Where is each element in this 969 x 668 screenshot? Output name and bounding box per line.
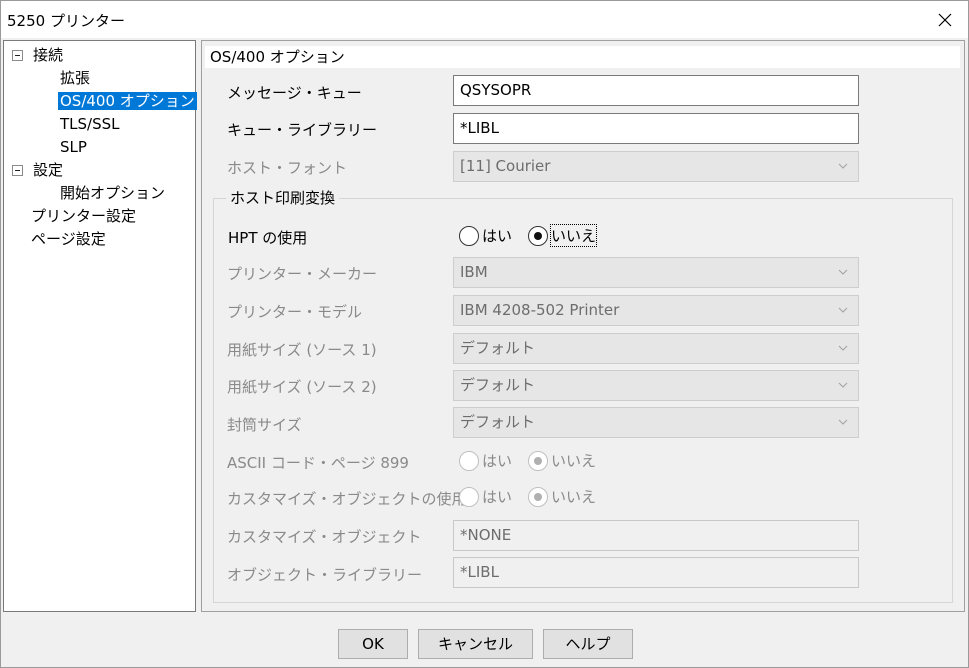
collapse-icon[interactable] [12, 50, 23, 61]
tree-item-label: SLP [60, 138, 87, 156]
printer-maker-label: プリンター・メーカー [227, 265, 378, 283]
tree-item-label: ページ設定 [31, 230, 106, 248]
queue-library-input[interactable]: *LIBL [453, 113, 859, 144]
chevron-down-icon [838, 269, 848, 275]
radio-label: はい [482, 488, 513, 506]
ascii-899-no-radio[interactable]: いいえ [528, 450, 596, 471]
close-icon [938, 13, 952, 26]
tree-item-label: 接続 [33, 46, 64, 64]
chevron-down-icon [838, 382, 848, 388]
chevron-down-icon [838, 307, 848, 313]
paper-size-2-select[interactable]: デフォルト [453, 370, 859, 401]
tree-item-label: OS/400 オプション [58, 92, 197, 110]
radio-circle [528, 225, 548, 246]
tree-item-label: 設定 [33, 161, 64, 179]
custom-object-label: カスタマイズ・オブジェクト [227, 528, 422, 546]
hpt-no-radio[interactable]: いいえ [528, 224, 598, 247]
envelope-size-label: 封筒サイズ [227, 416, 302, 434]
radio-circle [528, 450, 548, 471]
tree-item-tls-ssl[interactable]: TLS/SSL [60, 113, 120, 135]
message-queue-input[interactable]: QSYSOPR [453, 75, 859, 106]
chevron-down-icon [838, 345, 848, 351]
custom-object-use-label: カスタマイズ・オブジェクトの使用 [227, 490, 467, 508]
paper-size-2-label: 用紙サイズ (ソース 2) [227, 378, 377, 396]
help-button[interactable]: ヘルプ [543, 629, 633, 659]
custom-object-use-yes-radio[interactable]: はい [459, 486, 512, 507]
radio-label: はい [482, 227, 513, 245]
tree-item-page-settings[interactable]: ページ設定 [31, 228, 106, 250]
paper-size-1-select[interactable]: デフォルト [453, 333, 859, 364]
radio-label: いいえ [549, 224, 598, 247]
message-queue-label: メッセージ・キュー [227, 84, 362, 102]
printer-model-value: IBM 4208-502 Printer [460, 301, 620, 319]
ok-button[interactable]: OK [338, 629, 408, 659]
printer-model-label: プリンター・モデル [227, 303, 363, 321]
close-button[interactable] [922, 1, 968, 38]
custom-object-use-no-radio[interactable]: いいえ [528, 486, 596, 507]
tree-item-label: プリンター設定 [31, 207, 137, 225]
chevron-down-icon [838, 163, 848, 169]
tree-item-start-options[interactable]: 開始オプション [60, 182, 165, 204]
tree-item-os400-options[interactable]: OS/400 オプション [58, 90, 197, 112]
title-bar: 5250 プリンター [1, 1, 968, 38]
paper-size-1-label: 用紙サイズ (ソース 1) [227, 341, 377, 359]
tree-item-label: TLS/SSL [60, 115, 120, 133]
collapse-icon[interactable] [12, 165, 23, 176]
envelope-size-value: デフォルト [460, 413, 536, 431]
radio-circle [459, 225, 479, 246]
hpt-yes-radio[interactable]: はい [459, 225, 512, 246]
envelope-size-select[interactable]: デフォルト [453, 407, 859, 438]
panel-header: OS/400 オプション [205, 46, 960, 68]
tree-item-extension[interactable]: 拡張 [60, 67, 90, 89]
tree-item-label: 拡張 [60, 69, 91, 87]
queue-library-label: キュー・ライブラリー [227, 121, 378, 139]
radio-label: いいえ [551, 488, 597, 506]
radio-circle [528, 486, 548, 507]
tree-item-printer-settings[interactable]: プリンター設定 [31, 205, 136, 227]
chevron-down-icon [838, 419, 848, 425]
radio-label: いいえ [551, 452, 597, 470]
tree-item-label: 開始オプション [60, 184, 166, 202]
printer-maker-value: IBM [460, 263, 488, 281]
ascii-899-yes-radio[interactable]: はい [459, 450, 512, 471]
host-font-select[interactable]: [11] Courier [453, 151, 859, 182]
tree-item-slp[interactable]: SLP [60, 136, 87, 158]
nav-tree: 接続 拡張 OS/400 オプション TLS/SSL SLP 設定 開始オプショ… [3, 40, 197, 612]
radio-circle [459, 486, 479, 507]
group-title: ホスト印刷変換 [226, 187, 340, 208]
object-library-label: オブジェクト・ライブラリー [227, 566, 423, 584]
radio-circle [459, 450, 479, 471]
object-library-input[interactable]: *LIBL [453, 557, 859, 588]
cancel-button[interactable]: キャンセル [418, 629, 533, 659]
window-title: 5250 プリンター [7, 12, 125, 30]
host-font-label: ホスト・フォント [227, 159, 348, 177]
radio-label: はい [482, 452, 513, 470]
paper-size-1-value: デフォルト [460, 339, 536, 357]
custom-object-input[interactable]: *NONE [453, 520, 859, 551]
ascii-899-label: ASCII コード・ページ 899 [227, 454, 409, 472]
paper-size-2-value: デフォルト [460, 376, 536, 394]
host-font-value: [11] Courier [460, 157, 551, 175]
hpt-label: HPT の使用 [228, 229, 308, 247]
printer-maker-select[interactable]: IBM [453, 257, 859, 288]
printer-model-select[interactable]: IBM 4208-502 Printer [453, 295, 859, 326]
